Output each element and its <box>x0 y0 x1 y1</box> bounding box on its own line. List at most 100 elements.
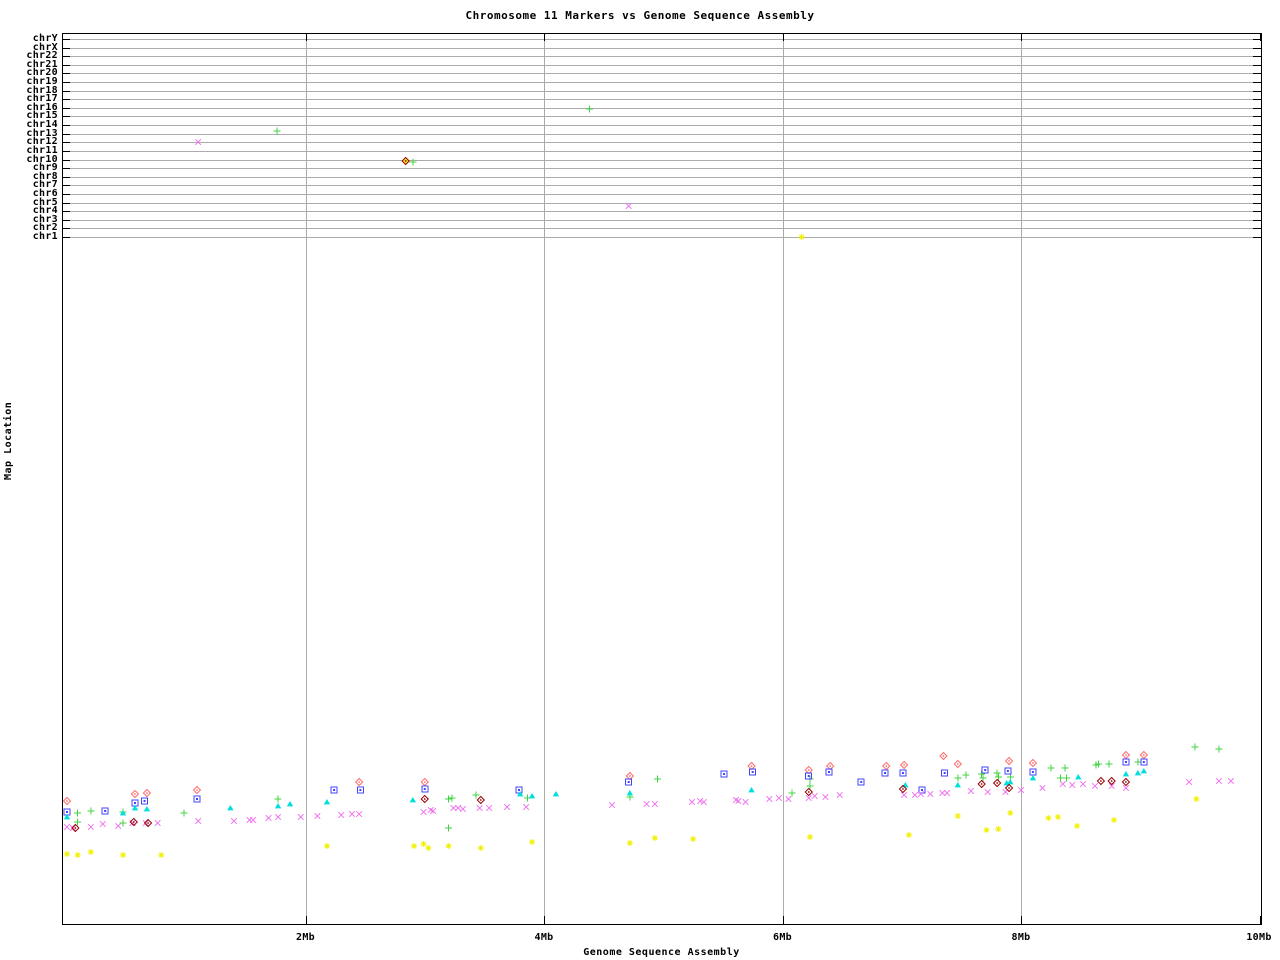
diamond-dot-icon <box>804 787 813 797</box>
square-dot-icon <box>1029 768 1037 776</box>
cross-icon <box>522 803 530 811</box>
plus-icon <box>993 769 1001 777</box>
cross-icon <box>297 813 304 821</box>
cross-icon <box>485 804 493 812</box>
asterisk-icon <box>425 845 432 851</box>
cross-icon <box>967 787 975 795</box>
plus-icon <box>788 789 796 797</box>
diamond-dot-icon <box>1096 776 1106 786</box>
triangle-icon <box>227 805 234 811</box>
cross-icon <box>927 790 934 798</box>
diamond-dot-icon <box>625 771 635 781</box>
diamond-dot-icon <box>1028 758 1038 768</box>
x-axis-tick-label: 8Mb <box>1011 932 1031 943</box>
cross-icon <box>984 788 991 796</box>
cross-icon <box>625 202 632 210</box>
diamond-dot-icon <box>747 761 756 771</box>
cross-icon <box>1079 780 1087 788</box>
plus-icon <box>445 824 453 832</box>
square-dot-icon <box>941 769 949 777</box>
asterisk-icon <box>651 835 658 841</box>
asterisk-icon <box>798 234 805 240</box>
cross-icon <box>822 793 829 801</box>
triangle-icon <box>409 797 417 803</box>
diamond-dot-icon <box>192 785 202 795</box>
diamond-dot-icon <box>804 765 813 775</box>
square-dot-icon <box>1004 767 1012 775</box>
triangle-icon <box>1140 768 1148 774</box>
diamond-dot-icon <box>882 761 891 771</box>
square-dot-icon <box>330 786 338 794</box>
square-dot-icon <box>857 778 865 786</box>
series-gm99-g3 <box>71 156 1131 833</box>
series-wi-rh <box>64 158 1200 858</box>
asterisk-icon <box>1007 810 1014 816</box>
cross-icon <box>249 816 257 824</box>
square-dot-icon <box>625 778 633 786</box>
square-dot-icon <box>193 795 201 803</box>
diamond-dot-icon <box>953 759 963 769</box>
cross-icon <box>911 791 919 799</box>
cross-icon <box>836 791 843 799</box>
diamond-dot-icon <box>992 778 1002 788</box>
cross-icon <box>115 822 122 830</box>
square-dot-icon <box>421 785 429 793</box>
diamond-dot-icon <box>825 761 835 771</box>
cross-icon <box>1069 781 1076 789</box>
plus-icon <box>1134 758 1142 766</box>
asterisk-icon <box>420 841 427 847</box>
series-gm99-gb4 <box>74 105 1223 832</box>
cross-icon <box>742 798 749 806</box>
plus-icon <box>978 770 986 778</box>
cross-icon <box>1039 784 1046 792</box>
square-dot-icon <box>918 786 926 794</box>
cross-icon <box>459 805 467 813</box>
triangle-icon <box>323 799 331 805</box>
square-dot-icon <box>141 797 149 805</box>
plus-icon <box>74 809 82 817</box>
x-axis-tick-label: 4Mb <box>534 932 554 943</box>
asterisk-icon <box>74 852 81 858</box>
diamond-dot-icon <box>1004 756 1014 766</box>
triangle-icon <box>1134 770 1142 776</box>
plus-icon <box>994 773 1002 781</box>
cross-icon <box>1059 780 1066 788</box>
square-dot-icon <box>515 786 523 794</box>
square-dot-icon <box>749 768 757 776</box>
diamond-dot-icon <box>476 795 486 805</box>
cross-icon <box>63 823 71 831</box>
cross-icon <box>454 804 462 812</box>
cross-icon <box>348 810 356 818</box>
asterisk-icon <box>1193 796 1200 802</box>
cross-icon <box>775 794 783 802</box>
asterisk-icon <box>1111 817 1118 823</box>
plot-canvas <box>62 33 1262 925</box>
cross-icon <box>1091 782 1099 790</box>
cross-icon <box>450 804 457 812</box>
cross-icon <box>420 808 427 816</box>
square-dot-icon <box>899 769 907 777</box>
y-axis-chromosome-label: chr1 <box>32 231 58 242</box>
diamond-dot-icon <box>939 751 948 761</box>
cross-icon <box>608 801 616 809</box>
cross-icon <box>643 800 650 808</box>
series-tng <box>63 138 1235 832</box>
cross-icon <box>900 791 908 799</box>
plus-icon <box>954 774 962 782</box>
cross-icon <box>503 803 511 811</box>
asterisk-icon <box>995 826 1002 832</box>
x-axis-tick-label: 6Mb <box>773 932 792 943</box>
plus-icon <box>1105 760 1113 768</box>
triangle-icon <box>552 791 560 797</box>
square-dot-icon <box>825 768 833 776</box>
asterisk-icon <box>120 852 127 858</box>
plus-icon <box>979 774 987 782</box>
asterisk-icon <box>1045 815 1052 821</box>
triangle-icon <box>902 782 909 788</box>
plus-icon <box>472 791 480 799</box>
asterisk-icon <box>477 845 484 851</box>
cross-icon <box>195 817 202 825</box>
plus-icon <box>274 795 282 803</box>
plus-icon <box>806 782 814 790</box>
plus-icon <box>87 807 95 815</box>
